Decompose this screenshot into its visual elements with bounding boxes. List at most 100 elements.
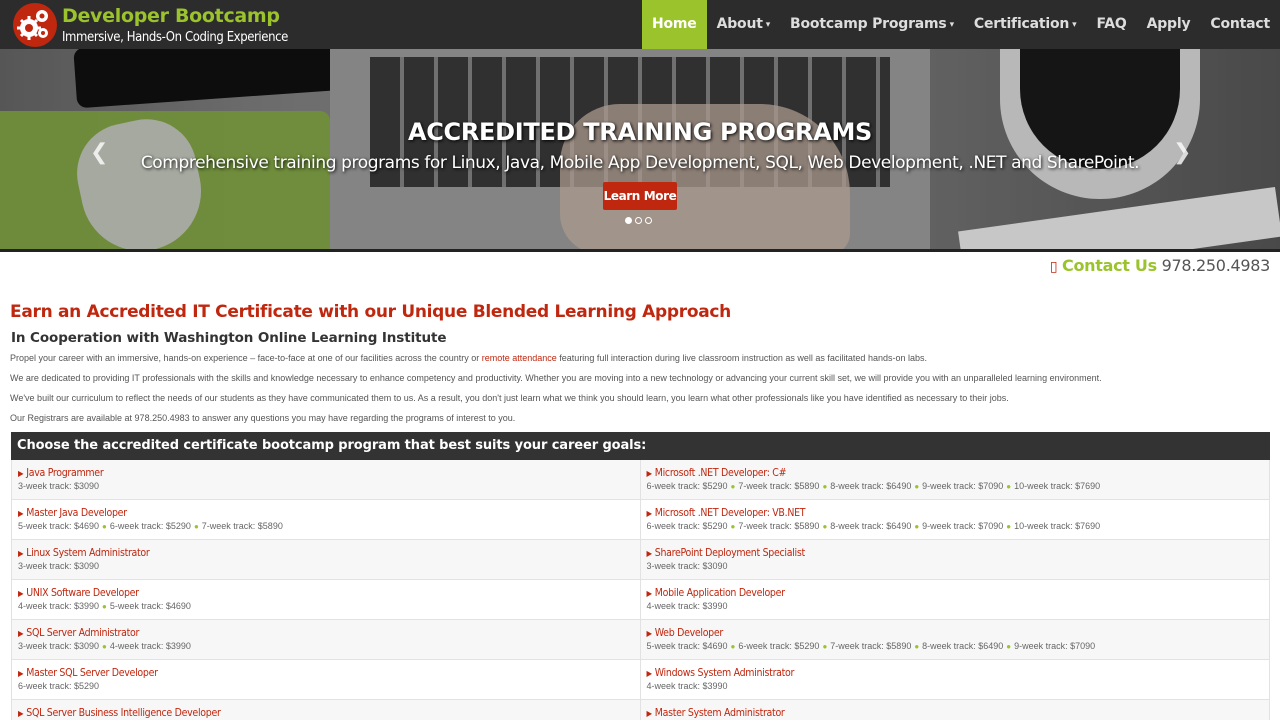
learn-more-button[interactable]: Learn More bbox=[603, 182, 677, 210]
program-link[interactable]: ▶ Windows System Administrator bbox=[647, 667, 1264, 679]
contact-phone: 978.250.4983 bbox=[1161, 256, 1271, 275]
nav-certification[interactable]: Certification ▾ bbox=[964, 0, 1087, 49]
contact-us-label[interactable]: Contact Us bbox=[1062, 256, 1157, 275]
program-tracks: 3-week track: $3090 bbox=[647, 561, 1264, 571]
program-name: Web Developer bbox=[654, 627, 724, 639]
bullet-dot-icon: ● bbox=[822, 642, 828, 651]
bullet-dot-icon: ● bbox=[1006, 642, 1012, 651]
caret-right-icon: ▶ bbox=[646, 669, 653, 678]
hero-carousel: ❮ ❯ ACCREDITED TRAINING PROGRAMS Compreh… bbox=[0, 49, 1280, 252]
track-price: 5-week track: $4690 bbox=[109, 601, 191, 611]
nav-bootcamp-programs[interactable]: Bootcamp Programs ▾ bbox=[780, 0, 964, 49]
track-price: 6-week track: $5290 bbox=[646, 521, 728, 531]
program-link[interactable]: ▶ SQL Server Business Intelligence Develo… bbox=[18, 707, 634, 719]
table-row: ▶ Master SQL Server Developer 6-week track… bbox=[11, 660, 1270, 700]
program-tracks: 6-week track: $5290 ● 7-week track: $5890 ●… bbox=[647, 481, 1264, 491]
bullet-dot-icon: ● bbox=[193, 522, 199, 531]
gears-logo-icon[interactable] bbox=[12, 2, 58, 48]
caret-right-icon: ▶ bbox=[18, 669, 24, 678]
programs-table: ▶ Java Programmer 3-week track: $3090 ▶ Micr… bbox=[11, 460, 1270, 720]
program-link[interactable]: ▶ Mobile Application Developer bbox=[647, 587, 1264, 599]
intro-paragraph-2: We are dedicated to providing IT profess… bbox=[10, 373, 1102, 383]
program-link[interactable]: ▶ Microsoft .NET Developer: C# bbox=[647, 467, 1264, 479]
track-price: 9-week track: $7090 bbox=[922, 521, 1004, 531]
nav-contact[interactable]: Contact bbox=[1200, 0, 1280, 49]
nav-home[interactable]: Home bbox=[641, 0, 707, 49]
track-price: 9-week track: $7090 bbox=[1014, 641, 1096, 651]
track-price: 8-week track: $6490 bbox=[922, 641, 1004, 651]
brand-name[interactable]: Developer Bootcamp bbox=[62, 5, 280, 27]
program-cell: ▶ Web Developer 5-week track: $4690 ● 6-week… bbox=[641, 620, 1270, 659]
program-name: Master System Administrator bbox=[654, 707, 785, 719]
program-tracks: 5-week track: $4690 ● 6-week track: $5290 ●… bbox=[18, 521, 634, 531]
program-cell: ▶ Microsoft .NET Developer: VB.NET 6-week … bbox=[641, 500, 1270, 539]
bullet-dot-icon: ● bbox=[822, 522, 828, 531]
program-link[interactable]: ▶ Web Developer bbox=[647, 627, 1264, 639]
program-name: SharePoint Deployment Specialist bbox=[654, 547, 805, 559]
track-price: 7-week track: $5890 bbox=[201, 521, 283, 531]
program-tracks: 3-week track: $3090 bbox=[18, 561, 634, 571]
track-price: 7-week track: $5890 bbox=[738, 481, 820, 491]
program-name: Java Programmer bbox=[26, 467, 104, 479]
program-cell: ▶ SQL Server Business Intelligence Develo… bbox=[11, 700, 641, 720]
contact-us[interactable]: ▯ Contact Us 978.250.4983 bbox=[1050, 256, 1270, 275]
carousel-dot[interactable] bbox=[625, 217, 632, 224]
program-cell: ▶ Windows System Administrator 4-week trac… bbox=[641, 660, 1270, 699]
caret-right-icon: ▶ bbox=[18, 549, 24, 558]
bullet-dot-icon: ● bbox=[914, 522, 920, 531]
track-price: 6-week track: $5290 bbox=[109, 521, 191, 531]
mobile-phone-icon: ▯ bbox=[1049, 259, 1058, 275]
track-price: 6-week track: $5290 bbox=[18, 681, 100, 691]
track-price: 4-week track: $3990 bbox=[18, 601, 100, 611]
track-price: 5-week track: $4690 bbox=[646, 641, 728, 651]
caret-right-icon: ▶ bbox=[646, 469, 653, 478]
program-tracks: 4-week track: $3990 ● 5-week track: $4690 bbox=[18, 601, 634, 611]
program-link[interactable]: ▶ UNIX Software Developer bbox=[18, 587, 634, 599]
table-row: ▶ Master Java Developer 5-week track: $469… bbox=[11, 500, 1270, 540]
bullet-dot-icon: ● bbox=[102, 602, 107, 611]
caret-right-icon: ▶ bbox=[646, 589, 653, 598]
nav-apply[interactable]: Apply bbox=[1137, 0, 1201, 49]
table-row: ▶ Linux System Administrator 3-week track:… bbox=[11, 540, 1270, 580]
track-price: 3-week track: $3090 bbox=[18, 561, 100, 571]
program-link[interactable]: ▶ Java Programmer bbox=[18, 467, 634, 479]
carousel-indicators bbox=[625, 217, 652, 224]
program-link[interactable]: ▶ Master SQL Server Developer bbox=[18, 667, 634, 679]
track-price: 3-week track: $3090 bbox=[646, 561, 728, 571]
bullet-dot-icon: ● bbox=[102, 642, 107, 651]
program-cell: ▶ Java Programmer 3-week track: $3090 bbox=[11, 460, 641, 499]
caret-right-icon: ▶ bbox=[18, 629, 24, 638]
bullet-dot-icon: ● bbox=[914, 642, 920, 651]
program-name: Mobile Application Developer bbox=[654, 587, 785, 599]
carousel-dot[interactable] bbox=[645, 217, 652, 224]
carousel-dot[interactable] bbox=[635, 217, 642, 224]
program-link[interactable]: ▶ Linux System Administrator bbox=[18, 547, 634, 559]
nav-about[interactable]: About ▾ bbox=[707, 0, 780, 49]
track-price: 7-week track: $5890 bbox=[830, 641, 912, 651]
nav-about-label: About bbox=[716, 16, 763, 32]
remote-attendance-link[interactable]: remote attendance bbox=[482, 353, 557, 363]
caret-right-icon: ▶ bbox=[18, 589, 24, 598]
program-cell: ▶ SQL Server Administrator 3-week track: $… bbox=[11, 620, 641, 659]
nav-faq[interactable]: FAQ bbox=[1087, 0, 1137, 49]
bullet-dot-icon: ● bbox=[914, 482, 920, 491]
track-price: 10-week track: $7690 bbox=[1014, 521, 1101, 531]
program-link[interactable]: ▶ Master Java Developer bbox=[18, 507, 634, 519]
program-link[interactable]: ▶ SharePoint Deployment Specialist bbox=[647, 547, 1264, 559]
table-row: ▶ Java Programmer 3-week track: $3090 ▶ Micr… bbox=[11, 460, 1270, 500]
nav-apply-label: Apply bbox=[1146, 16, 1191, 32]
program-link[interactable]: ▶ Microsoft .NET Developer: VB.NET bbox=[647, 507, 1264, 519]
table-row: ▶ SQL Server Business Intelligence Develo… bbox=[11, 700, 1270, 720]
program-tracks: 5-week track: $4690 ● 6-week track: $5290 ●… bbox=[647, 641, 1264, 651]
program-cell: ▶ Mobile Application Developer 4-week trac… bbox=[641, 580, 1270, 619]
program-link[interactable]: ▶ Master System Administrator bbox=[647, 707, 1264, 719]
program-tracks: 3-week track: $3090 ● 4-week track: $3990 bbox=[18, 641, 634, 651]
bullet-dot-icon: ● bbox=[1006, 482, 1012, 491]
intro-paragraph-1: Propel your career with an immersive, ha… bbox=[10, 353, 927, 363]
program-link[interactable]: ▶ SQL Server Administrator bbox=[18, 627, 634, 639]
caret-right-icon: ▶ bbox=[646, 709, 653, 718]
hero-subtitle: Comprehensive training programs for Linu… bbox=[140, 153, 1140, 173]
program-cell: ▶ Master Java Developer 5-week track: $469… bbox=[11, 500, 641, 539]
p1-before: Propel your career with an immersive, ha… bbox=[10, 353, 482, 363]
main-nav: Home About ▾ Bootcamp Programs ▾ Certifica… bbox=[641, 0, 1280, 49]
